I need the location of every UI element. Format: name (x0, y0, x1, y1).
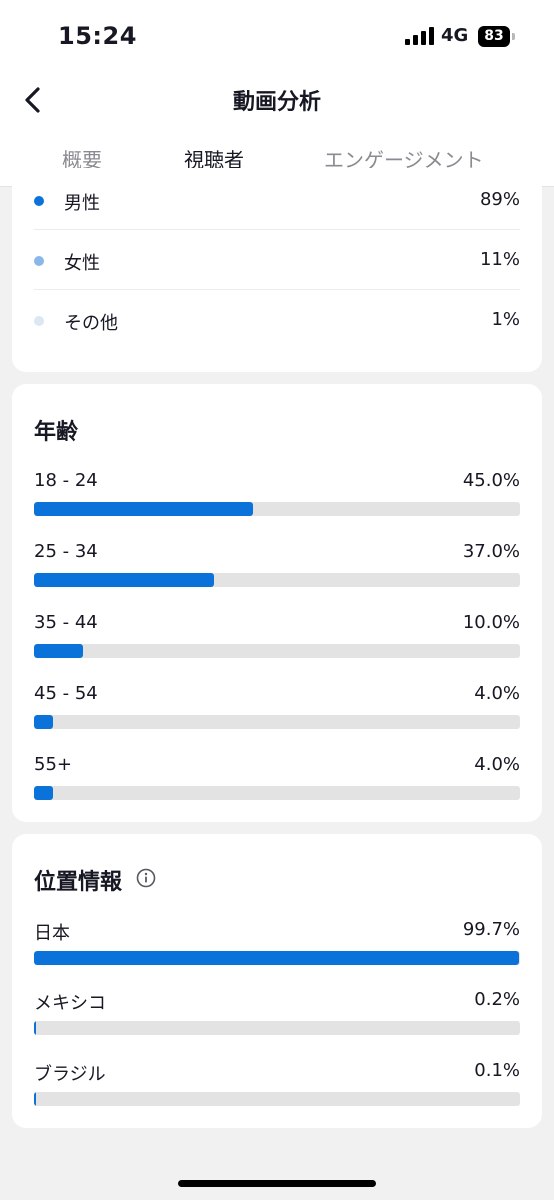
age-range-label: 18 - 24 (34, 470, 98, 491)
cellular-signal-icon (405, 27, 434, 45)
country-bar-track (34, 951, 520, 965)
location-row: ブラジル 0.1% (34, 1060, 520, 1120)
age-range-label: 35 - 44 (34, 612, 98, 633)
country-bar-track (34, 1021, 520, 1035)
location-card-title: 位置情報 (34, 870, 123, 895)
age-row: 35 - 44 10.0% (34, 612, 520, 672)
age-bar-track (34, 786, 520, 800)
country-percent-value: 0.2% (474, 989, 520, 1010)
age-bar-fill (34, 502, 253, 516)
age-row: 45 - 54 4.0% (34, 683, 520, 743)
page-title: 動画分析 (232, 90, 321, 115)
age-range-label: 45 - 54 (34, 683, 98, 704)
age-range-label: 55+ (34, 754, 72, 775)
age-row: 18 - 24 45.0% (34, 470, 520, 530)
gender-value: 11% (479, 249, 520, 270)
country-label: メキシコ (34, 993, 106, 1014)
status-bar: 15:24 4G 83 (0, 0, 554, 72)
location-card: 位置情報 日本 99.7% メキシコ 0.2% ブラジル 0.1% (12, 834, 542, 1128)
country-label: ブラジル (34, 1064, 106, 1085)
age-bar-track (34, 573, 520, 587)
country-percent-value: 0.1% (474, 1060, 520, 1081)
video-analytics-screen: 15:24 4G 83 動画分析 概要 視聴者 エンゲージメント 男性 89% … (0, 0, 554, 1200)
gender-value: 1% (491, 309, 520, 330)
age-bar-track (34, 715, 520, 729)
location-row: メキシコ 0.2% (34, 989, 520, 1049)
country-percent-value: 99.7% (462, 919, 520, 940)
age-bar-fill (34, 715, 54, 729)
country-bar-track (34, 1092, 520, 1106)
home-indicator (178, 1180, 376, 1187)
female-legend-dot (34, 256, 44, 266)
age-card-title: 年齢 (34, 420, 79, 445)
age-card: 年齢 18 - 24 45.0% 25 - 34 37.0% 35 - 44 1… (12, 384, 542, 822)
age-percent-value: 45.0% (462, 470, 520, 491)
country-label: 日本 (34, 923, 70, 944)
age-bar-fill (34, 573, 214, 587)
age-percent-value: 4.0% (474, 754, 520, 775)
country-bar-fill (34, 1021, 36, 1035)
gender-value: 89% (479, 189, 520, 210)
age-row: 25 - 34 37.0% (34, 541, 520, 601)
age-percent-value: 37.0% (462, 541, 520, 562)
status-time: 15:24 (58, 22, 137, 50)
gender-row-male: 男性 89% (34, 170, 520, 230)
info-icon[interactable] (136, 868, 156, 888)
gender-row-female: 女性 11% (34, 230, 520, 290)
age-percent-value: 10.0% (462, 612, 520, 633)
gender-label: 男性 (64, 193, 100, 214)
country-bar-fill (34, 951, 519, 965)
battery-icon: 83 (478, 26, 510, 47)
age-bar-fill (34, 786, 54, 800)
battery-cap (512, 33, 515, 40)
male-legend-dot (34, 196, 44, 206)
age-bar-track (34, 502, 520, 516)
age-bar-track (34, 644, 520, 658)
battery-level: 83 (484, 28, 504, 44)
age-bar-fill (34, 644, 83, 658)
age-row: 55+ 4.0% (34, 754, 520, 814)
nav-header: 動画分析 (0, 72, 554, 128)
country-bar-fill (34, 1092, 36, 1106)
age-range-label: 25 - 34 (34, 541, 98, 562)
gender-label: 女性 (64, 253, 100, 274)
gender-row-other: その他 1% (34, 290, 520, 350)
age-percent-value: 4.0% (474, 683, 520, 704)
network-type: 4G (441, 25, 469, 46)
other-legend-dot (34, 316, 44, 326)
gender-label: その他 (64, 313, 118, 334)
gender-card: 男性 89% 女性 11% その他 1% (12, 168, 542, 372)
location-row: 日本 99.7% (34, 919, 520, 979)
